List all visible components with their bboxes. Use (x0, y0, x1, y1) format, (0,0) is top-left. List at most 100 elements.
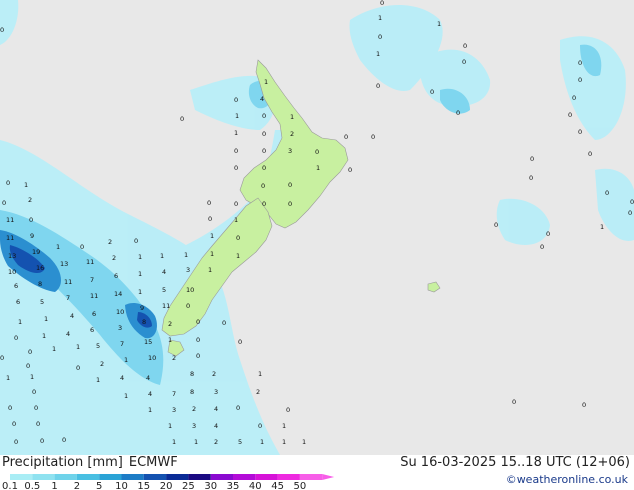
grid-point-value: 1 (138, 288, 142, 296)
legend-level-label: 10 (115, 481, 128, 490)
grid-point-value: 0 (62, 436, 66, 444)
legend-level-label: 1 (51, 481, 57, 490)
grid-point-value: 1 (76, 343, 80, 351)
grid-point-value: 0 (578, 128, 582, 136)
grid-point-value: 0 (196, 318, 200, 326)
grid-point-value: 1 (56, 243, 60, 251)
grid-point-value: 1 (18, 318, 22, 326)
grid-point-value: 0 (236, 234, 240, 242)
grid-point-value: 4 (66, 330, 70, 338)
grid-point-value: 0 (234, 200, 238, 208)
grid-point-value: 1 (30, 373, 34, 381)
grid-point-value: 0 (238, 338, 242, 346)
grid-point-value: 8 (142, 318, 146, 326)
credit-link[interactable]: ©weatheronline.co.uk (506, 473, 628, 486)
grid-point-value: 1 (6, 374, 10, 382)
grid-point-value: 0 (572, 94, 576, 102)
grid-point-value: 11 (162, 302, 170, 310)
grid-point-value: 2 (214, 438, 218, 446)
precipitation-legend: 0.1 0.5 1 2 5 10 15 20 25 30 35 40 45 50 (2, 474, 335, 490)
grid-point-value: 1 (437, 20, 441, 28)
grid-point-value: 0 (568, 111, 572, 119)
grid-point-value: 0 (180, 115, 184, 123)
grid-point-value: 16 (36, 264, 44, 272)
grid-point-value: 0 (588, 150, 592, 158)
grid-point-value: 1 (44, 315, 48, 323)
grid-point-value: 1 (194, 438, 198, 446)
grid-point-value: 0 (378, 33, 382, 41)
grid-point-value: 7 (66, 294, 70, 302)
grid-point-value: 0 (40, 437, 44, 445)
grid-point-value: 0 (234, 147, 238, 155)
grid-point-value: 6 (16, 298, 20, 306)
grid-point-value: 1 (210, 250, 214, 258)
grid-point-value: 0 (530, 155, 534, 163)
legend-swatch (166, 474, 189, 480)
grid-point-value: 2 (112, 254, 116, 262)
legend-overflow-arrow (322, 474, 335, 480)
grid-point-value: 0 (262, 164, 266, 172)
grid-point-value: 2 (28, 196, 32, 204)
grid-point-value: 1 (236, 252, 240, 260)
parameter-label: Precipitation [mm] (2, 455, 123, 470)
valid-time: Su 16-03-2025 15..18 UTC (12+06) (400, 455, 630, 470)
grid-point-value: 0 (315, 148, 319, 156)
grid-point-value: 0 (262, 130, 266, 138)
grid-point-value: 0 (628, 209, 632, 217)
legend-swatch (143, 474, 167, 480)
grid-point-value: 9 (140, 304, 144, 312)
grid-point-value: 0 (261, 182, 265, 190)
grid-point-value: 1 (184, 251, 188, 259)
grid-point-value: 0 (582, 401, 586, 409)
grid-point-value: 4 (214, 405, 218, 413)
grid-point-value: 1 (264, 78, 268, 86)
grid-point-value: 9 (30, 232, 34, 240)
legend-level-label: 0.5 (24, 481, 40, 490)
grid-point-value: 3 (192, 422, 196, 430)
grid-point-value: 0 (34, 404, 38, 412)
grid-point-value: 3 (214, 388, 218, 396)
grid-point-value: 0 (207, 199, 211, 207)
grid-point-value: 10 (186, 286, 194, 294)
legend-swatch (10, 474, 33, 480)
grid-point-value: 0 (371, 133, 375, 141)
grid-point-value: 2 (192, 405, 196, 413)
grid-point-value: 4 (162, 268, 166, 276)
legend-level-label: 0.1 (2, 481, 18, 490)
grid-point-value: 0 (186, 302, 190, 310)
grid-point-value: 0 (288, 181, 292, 189)
legend-swatch (32, 474, 55, 480)
grid-point-value: 3 (118, 324, 122, 332)
grid-point-value: 1 (234, 129, 238, 137)
grid-point-value: 0 (578, 59, 582, 67)
grid-point-value: 5 (238, 438, 242, 446)
grid-point-value: 1 (168, 336, 172, 344)
grid-point-value: 0 (344, 133, 348, 141)
legend-level-label: 30 (204, 481, 217, 490)
grid-point-value: 0 (262, 200, 266, 208)
legend-swatch (299, 474, 323, 480)
grid-point-value: 1 (138, 270, 142, 278)
grid-point-value: 1 (302, 438, 306, 446)
grid-point-value: 19 (32, 248, 40, 256)
grid-point-value: 0 (28, 348, 32, 356)
grid-point-value: 14 (114, 290, 122, 298)
legend-level-label: 50 (294, 481, 307, 490)
grid-point-value: 0 (236, 404, 240, 412)
legend-level-label: 5 (96, 481, 102, 490)
grid-point-value: 0 (8, 404, 12, 412)
grid-point-value: 4 (120, 374, 124, 382)
grid-point-value: 11 (6, 216, 14, 224)
grid-point-value: 0 (540, 243, 544, 251)
grid-point-value: 5 (162, 286, 166, 294)
grid-point-value: 4 (148, 390, 152, 398)
grid-point-value: 0 (196, 336, 200, 344)
grid-point-value: 0 (26, 362, 30, 370)
legend-level-label: 45 (271, 481, 284, 490)
grid-point-value: 0 (14, 334, 18, 342)
grid-point-value: 13 (8, 252, 16, 260)
grid-point-value: 8 (38, 280, 42, 288)
grid-point-value: 1 (210, 232, 214, 240)
grid-point-value: 1 (282, 422, 286, 430)
grid-point-value: 2 (100, 360, 104, 368)
